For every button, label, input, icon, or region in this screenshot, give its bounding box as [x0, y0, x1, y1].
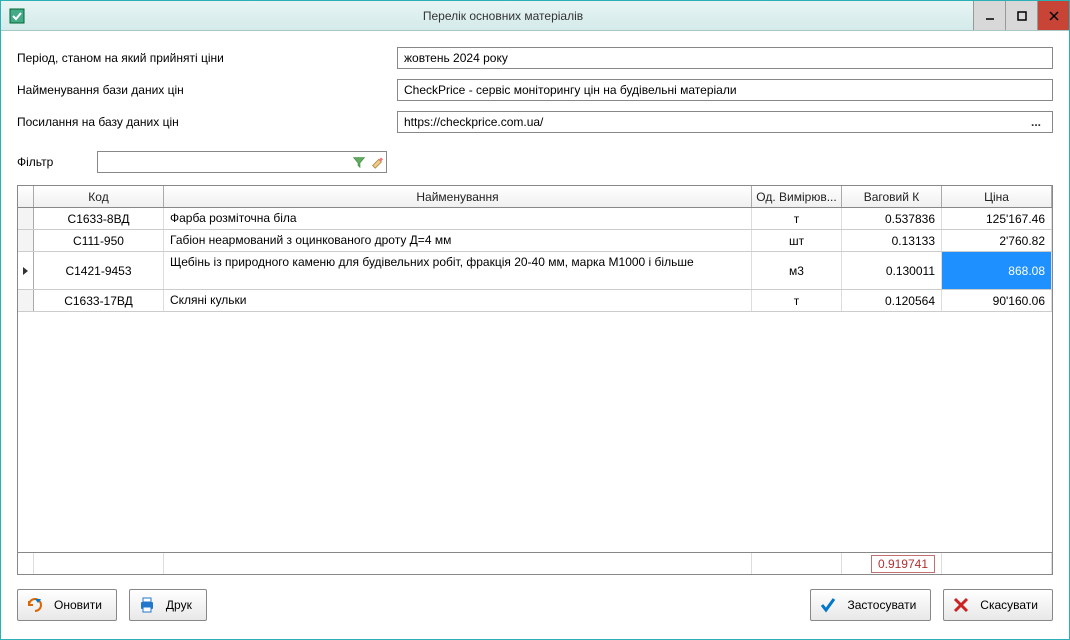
title-bar[interactable]: Перелік основних матеріалів — [1, 1, 1069, 31]
dblink-row: Посилання на базу даних цін https://chec… — [17, 111, 1053, 133]
cell-unit[interactable]: м3 — [752, 252, 842, 289]
cell-unit[interactable]: т — [752, 208, 842, 229]
cancel-icon — [952, 596, 970, 614]
dbname-label: Найменування бази даних цін — [17, 83, 397, 97]
cell-code[interactable]: С111-950 — [34, 230, 164, 251]
window-title: Перелік основних матеріалів — [33, 9, 973, 23]
grid-footer-name — [164, 553, 752, 574]
content-area: Період, станом на який прийняті ціни жов… — [1, 31, 1069, 639]
window-controls — [973, 1, 1069, 30]
app-icon — [9, 8, 25, 24]
cell-unit[interactable]: т — [752, 290, 842, 311]
cell-weight[interactable]: 0.537836 — [842, 208, 942, 229]
filter-funnel-icon[interactable] — [350, 153, 368, 171]
grid-header-name[interactable]: Найменування — [164, 186, 752, 207]
grid-footer-code — [34, 553, 164, 574]
filter-box — [97, 151, 387, 173]
period-field[interactable]: жовтень 2024 року — [397, 47, 1053, 69]
cell-name[interactable]: Фарба розміточна біла — [164, 208, 752, 229]
main-window: Перелік основних матеріалів Період, стан… — [0, 0, 1070, 640]
period-row: Період, станом на який прийняті ціни жов… — [17, 47, 1053, 69]
grid-footer-weight: 0.919741 — [842, 553, 942, 574]
cell-price[interactable]: 2'760.82 — [942, 230, 1052, 251]
grid-header-unit[interactable]: Од. Вимірюв... — [752, 186, 842, 207]
row-marker — [18, 252, 34, 289]
print-label: Друк — [166, 598, 192, 612]
dblink-browse-button[interactable]: ... — [1026, 115, 1046, 129]
row-marker — [18, 230, 34, 251]
dblink-field[interactable]: https://checkprice.com.ua/ ... — [397, 111, 1053, 133]
materials-grid: Код Найменування Од. Вимірюв... Ваговий … — [17, 185, 1053, 575]
print-button[interactable]: Друк — [129, 589, 207, 621]
cell-code[interactable]: С1421-9453 — [34, 252, 164, 289]
cancel-label: Скасувати — [980, 598, 1038, 612]
cell-code[interactable]: С1633-17ВД — [34, 290, 164, 311]
cell-price[interactable]: 125'167.46 — [942, 208, 1052, 229]
grid-body[interactable]: С1633-8ВДФарба розміточна білат0.5378361… — [18, 208, 1052, 552]
grid-footer-price — [942, 553, 1052, 574]
grid-footer-sum: 0.919741 — [871, 555, 935, 573]
grid-footer-unit — [752, 553, 842, 574]
table-row[interactable]: С1633-17ВДСкляні кулькит0.12056490'160.0… — [18, 290, 1052, 312]
grid-header-marker[interactable] — [18, 186, 34, 207]
dblink-label: Посилання на базу даних цін — [17, 115, 397, 129]
maximize-button[interactable] — [1005, 1, 1037, 30]
cell-code[interactable]: С1633-8ВД — [34, 208, 164, 229]
apply-label: Застосувати — [847, 598, 916, 612]
dblink-value: https://checkprice.com.ua/ — [404, 115, 1026, 129]
grid-footer-marker — [18, 553, 34, 574]
row-marker — [18, 208, 34, 229]
apply-button[interactable]: Застосувати — [810, 589, 931, 621]
dbname-row: Найменування бази даних цін CheckPrice -… — [17, 79, 1053, 101]
row-indicator-icon — [23, 267, 28, 275]
cell-weight[interactable]: 0.13133 — [842, 230, 942, 251]
period-value: жовтень 2024 року — [404, 51, 508, 65]
refresh-icon — [26, 596, 44, 614]
check-icon — [819, 596, 837, 614]
button-bar: Оновити Друк Застосувати Скасувати — [17, 579, 1053, 623]
cell-name[interactable]: Габіон неармований з оцинкованого дроту … — [164, 230, 752, 251]
dbname-field[interactable]: CheckPrice - сервіс моніторингу цін на б… — [397, 79, 1053, 101]
grid-header-code[interactable]: Код — [34, 186, 164, 207]
grid-header-weight[interactable]: Ваговий К — [842, 186, 942, 207]
table-row[interactable]: С111-950Габіон неармований з оцинкованог… — [18, 230, 1052, 252]
cell-weight[interactable]: 0.120564 — [842, 290, 942, 311]
cell-price[interactable]: 868.08 — [942, 252, 1052, 289]
refresh-label: Оновити — [54, 598, 102, 612]
cell-weight[interactable]: 0.130011 — [842, 252, 942, 289]
filter-input[interactable] — [98, 153, 350, 171]
minimize-button[interactable] — [973, 1, 1005, 30]
cell-unit[interactable]: шт — [752, 230, 842, 251]
period-label: Період, станом на який прийняті ціни — [17, 51, 397, 65]
grid-header-price[interactable]: Ціна — [942, 186, 1052, 207]
close-button[interactable] — [1037, 1, 1069, 30]
cell-name[interactable]: Щебінь із природного каменю для будівель… — [164, 252, 752, 289]
cell-name[interactable]: Скляні кульки — [164, 290, 752, 311]
filter-label: Фільтр — [17, 155, 97, 169]
table-row[interactable]: С1633-8ВДФарба розміточна білат0.5378361… — [18, 208, 1052, 230]
dbname-value: CheckPrice - сервіс моніторингу цін на б… — [404, 83, 737, 97]
filter-row: Фільтр — [17, 151, 1053, 173]
refresh-button[interactable]: Оновити — [17, 589, 117, 621]
row-marker — [18, 290, 34, 311]
table-row[interactable]: С1421-9453Щебінь із природного каменю дл… — [18, 252, 1052, 290]
grid-header: Код Найменування Од. Вимірюв... Ваговий … — [18, 186, 1052, 208]
filter-clear-icon[interactable] — [368, 153, 386, 171]
cell-price[interactable]: 90'160.06 — [942, 290, 1052, 311]
print-icon — [138, 596, 156, 614]
cancel-button[interactable]: Скасувати — [943, 589, 1053, 621]
grid-footer: 0.919741 — [18, 552, 1052, 574]
